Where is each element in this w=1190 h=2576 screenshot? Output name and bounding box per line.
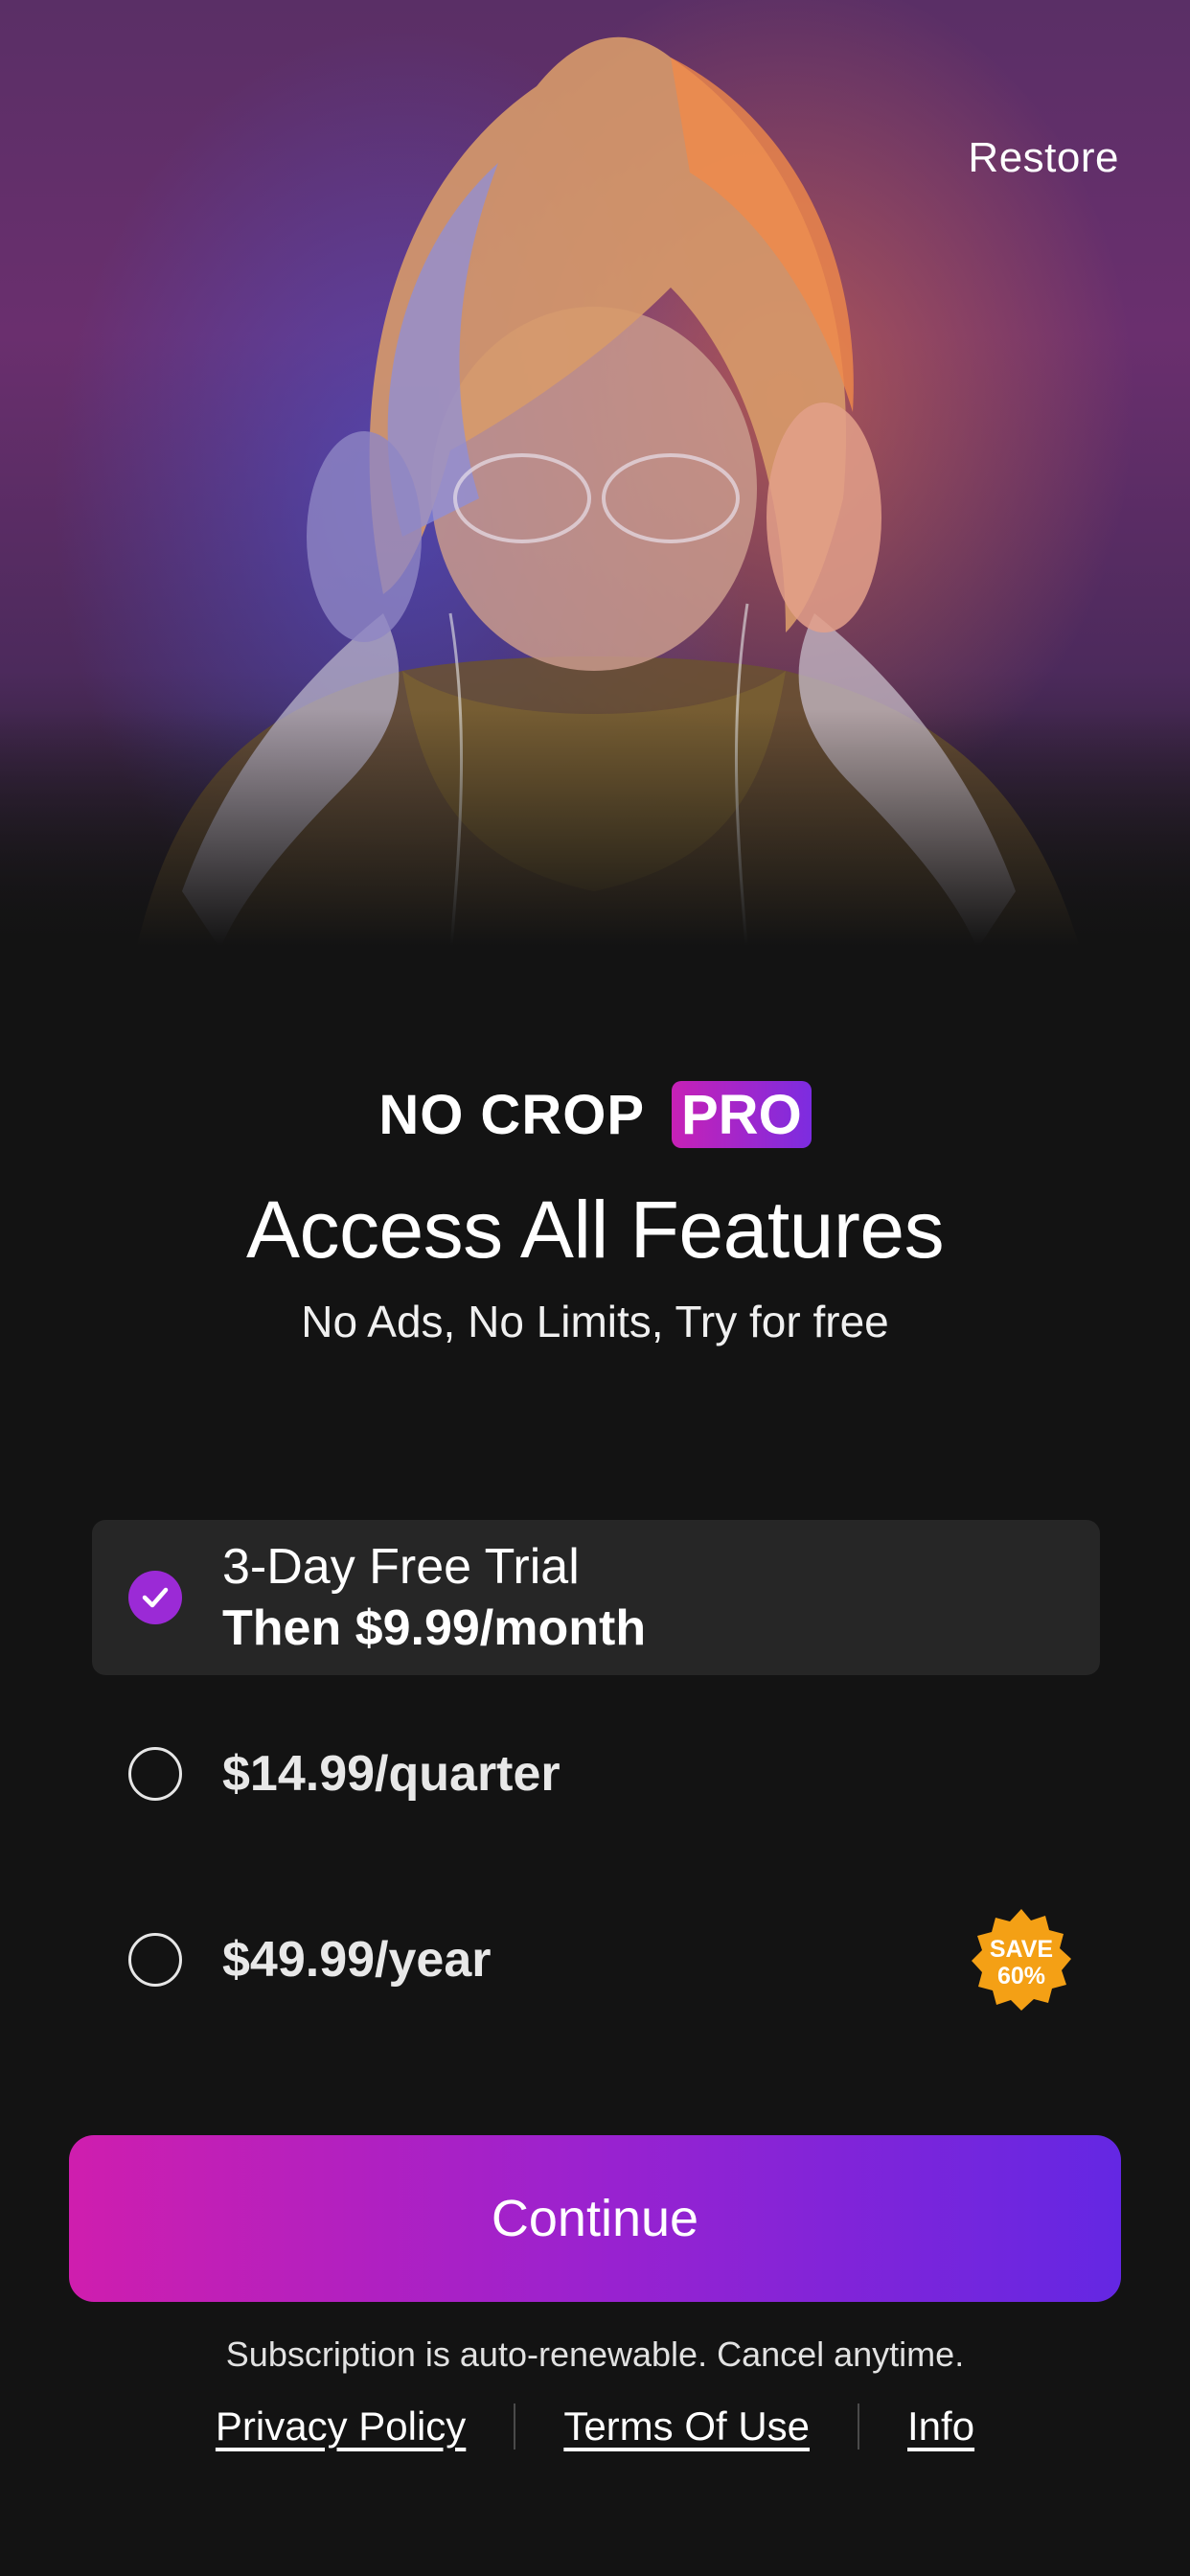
page-subtitle: No Ads, No Limits, Try for free <box>301 1297 889 1346</box>
plan-quarterly-price: $14.99/quarter <box>222 1746 561 1802</box>
pro-badge: PRO <box>672 1081 812 1148</box>
privacy-policy-link[interactable]: Privacy Policy <box>216 2404 466 2450</box>
plan-yearly-price: $49.99/year <box>222 1932 492 1988</box>
page-title: Access All Features <box>245 1184 945 1275</box>
plan-option-monthly-trial[interactable]: 3-Day Free Trial Then $9.99/month <box>92 1520 1100 1675</box>
plan-label: 3-Day Free Trial Then $9.99/month <box>222 1536 646 1659</box>
save-badge-line2: 60% <box>996 1963 1046 1990</box>
plan-option-quarterly[interactable]: $14.99/quarter <box>92 1731 1100 1817</box>
footer-divider <box>514 2404 516 2450</box>
radio-unselected[interactable] <box>128 1747 182 1801</box>
radio-selected[interactable] <box>128 1571 182 1624</box>
hero-fade-overlay <box>0 709 1190 958</box>
radio-unselected[interactable] <box>128 1933 182 1987</box>
brand-name: NO CROP <box>378 1083 645 1146</box>
footer-divider <box>858 2404 860 2450</box>
plan-label: $49.99/year <box>222 1931 492 1989</box>
plan-trial-price: Then $9.99/month <box>222 1600 647 1656</box>
restore-button[interactable]: Restore <box>968 134 1119 182</box>
save-badge-line1: SAVE <box>989 1936 1054 1963</box>
save-badge-label: SAVE 60% <box>968 1936 1075 1990</box>
terms-of-use-link[interactable]: Terms Of Use <box>563 2404 810 2450</box>
plan-label: $14.99/quarter <box>222 1745 561 1803</box>
continue-button[interactable]: Continue <box>69 2135 1121 2302</box>
plan-trial-label: 3-Day Free Trial <box>222 1539 580 1595</box>
plan-option-yearly[interactable]: $49.99/year SAVE 60% <box>92 1907 1100 2012</box>
footer-links: Privacy Policy Terms Of Use Info <box>0 2404 1190 2450</box>
brand-lockup: NO CROP PRO <box>0 1081 1190 1148</box>
checkmark-icon <box>142 1587 169 1608</box>
save-badge: SAVE 60% <box>968 1907 1075 2014</box>
info-link[interactable]: Info <box>907 2404 974 2450</box>
subscription-disclaimer: Subscription is auto-renewable. Cancel a… <box>225 2334 965 2374</box>
